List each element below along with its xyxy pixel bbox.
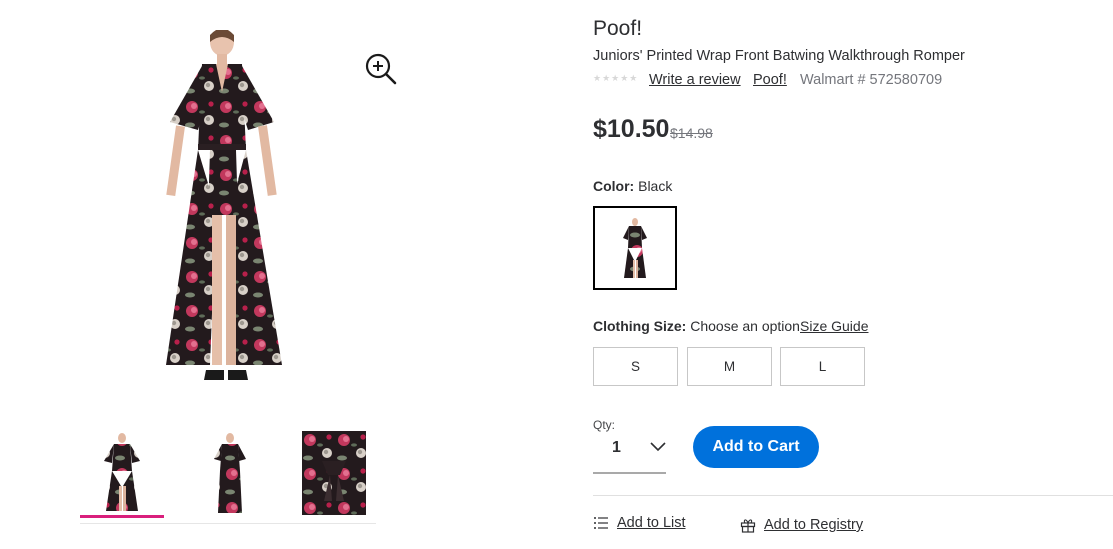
product-main-image[interactable] bbox=[150, 28, 290, 395]
size-option-m[interactable]: M bbox=[687, 347, 772, 386]
rating-stars-icon: ★★★★★ bbox=[593, 73, 639, 83]
write-review-link[interactable]: Write a review bbox=[649, 72, 741, 88]
quantity-select[interactable]: 1 bbox=[593, 432, 666, 474]
quantity-label: Qty: bbox=[593, 418, 616, 432]
thumbnail-3[interactable] bbox=[302, 431, 386, 517]
thumbnail-full-front-image bbox=[104, 433, 140, 511]
add-to-list-button[interactable]: Add to List bbox=[593, 513, 686, 533]
model-in-romper-image bbox=[166, 28, 282, 380]
brand-link[interactable]: Poof! bbox=[753, 72, 787, 88]
color-label: Color: bbox=[593, 178, 635, 194]
size-option-l[interactable]: L bbox=[780, 347, 865, 386]
size-selection: Clothing Size: Choose an option bbox=[593, 318, 800, 334]
was-price: $14.98 bbox=[670, 125, 713, 141]
thumbnail-full-alt-image bbox=[214, 433, 246, 513]
thumbnail-fabric-closeup-image bbox=[302, 431, 366, 515]
color-selection: Color: Black bbox=[593, 178, 672, 194]
list-icon bbox=[594, 517, 608, 529]
thumbnail-strip bbox=[80, 425, 376, 524]
size-option-s[interactable]: S bbox=[593, 347, 678, 386]
gift-icon bbox=[740, 519, 756, 533]
add-to-registry-label: Add to Registry bbox=[764, 517, 864, 533]
brand-title: Poof! bbox=[593, 17, 643, 40]
add-to-list-label: Add to List bbox=[617, 515, 686, 531]
zoom-in-button[interactable] bbox=[362, 50, 400, 88]
thumbnail-2[interactable] bbox=[190, 431, 274, 517]
add-to-cart-button[interactable]: Add to Cart bbox=[693, 426, 819, 468]
item-number: Walmart # 572580709 bbox=[800, 72, 943, 88]
size-value: Choose an option bbox=[690, 318, 800, 334]
product-name: Juniors' Printed Wrap Front Batwing Walk… bbox=[593, 48, 965, 64]
quantity-value: 1 bbox=[612, 439, 621, 456]
thumbnail-1[interactable] bbox=[80, 431, 164, 518]
thumbnail-active-indicator bbox=[80, 515, 164, 518]
swatch-product-image bbox=[623, 218, 647, 278]
size-label: Clothing Size: bbox=[593, 318, 687, 334]
chevron-down-icon bbox=[650, 442, 666, 452]
divider bbox=[593, 495, 1113, 496]
color-swatch-black[interactable] bbox=[593, 206, 677, 290]
color-value: Black bbox=[638, 178, 673, 194]
current-price: $10.50 bbox=[593, 115, 670, 143]
size-guide-link[interactable]: Size Guide bbox=[800, 318, 868, 334]
zoom-in-icon bbox=[365, 53, 397, 85]
add-to-registry-button[interactable]: Add to Registry bbox=[740, 515, 863, 535]
